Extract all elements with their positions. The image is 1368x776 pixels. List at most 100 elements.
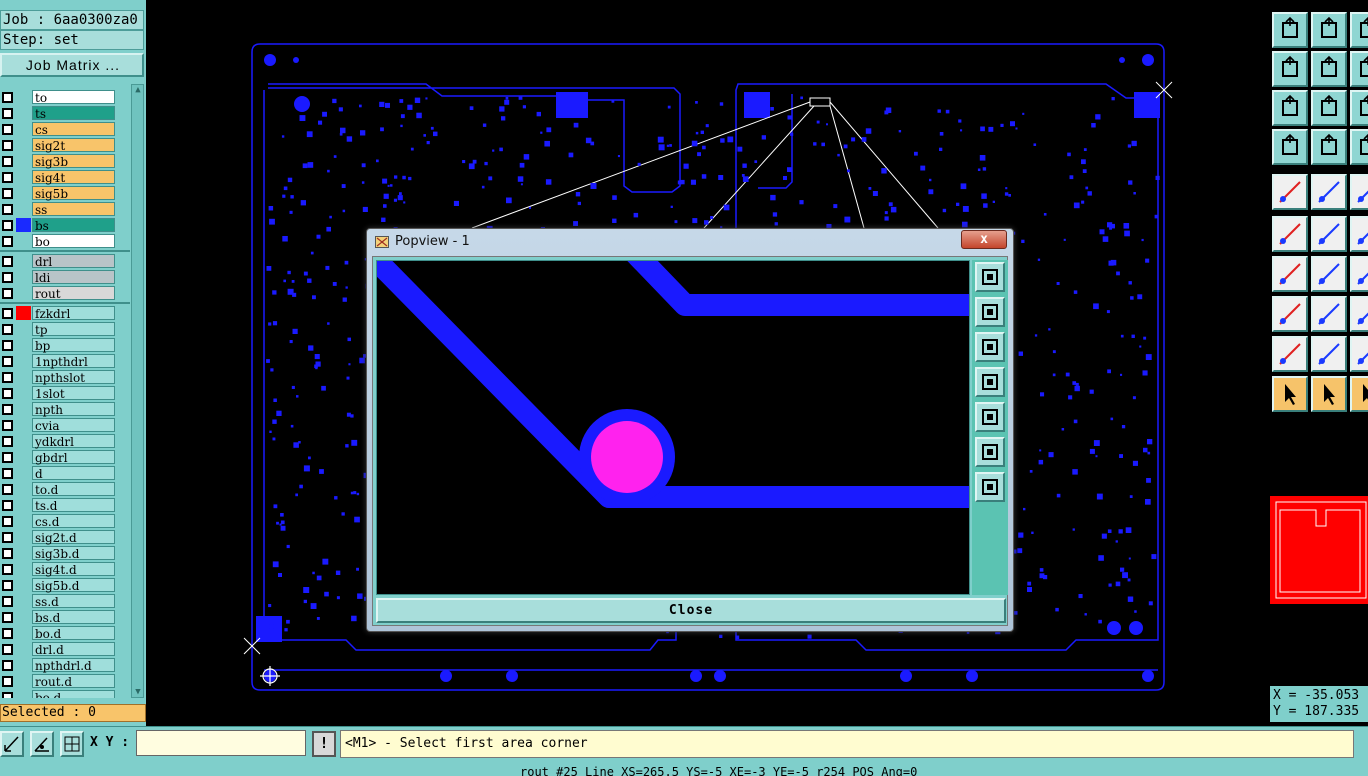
layer-name[interactable]: tp [32, 322, 115, 337]
layer-name[interactable]: ts [32, 106, 115, 121]
triangle-third-icon[interactable] [1350, 336, 1368, 372]
cross-icon[interactable] [1311, 216, 1347, 252]
select-lasso-icon[interactable] [1350, 376, 1368, 412]
layer-checkbox[interactable] [2, 356, 13, 367]
layer-row[interactable]: to.d [0, 481, 130, 497]
layer-name[interactable]: gbdrl [32, 450, 115, 465]
layer-name[interactable]: sig3b.d [32, 546, 115, 561]
layer-row[interactable]: drl.d [0, 641, 130, 657]
layer-checkbox[interactable] [2, 124, 13, 135]
zoom-fit-icon[interactable] [975, 437, 1005, 467]
pan-up-icon[interactable] [975, 297, 1005, 327]
layer-checkbox[interactable] [2, 532, 13, 543]
layer-checkbox[interactable] [2, 220, 13, 231]
layer-name[interactable]: sig4t.d [32, 562, 115, 577]
layer-name[interactable]: drl.d [32, 642, 115, 657]
layer-row[interactable]: gbdrl [0, 449, 130, 465]
route-icon[interactable] [1350, 129, 1368, 165]
layer-checkbox[interactable] [2, 660, 13, 671]
layer-checkbox[interactable] [2, 340, 13, 351]
layer-row[interactable]: sig4t [0, 169, 130, 185]
layer-checkbox[interactable] [2, 308, 13, 319]
layer-checkbox[interactable] [2, 108, 13, 119]
pan-down-icon[interactable] [975, 332, 1005, 362]
layer-checkbox[interactable] [2, 92, 13, 103]
layer-checkbox[interactable] [2, 272, 13, 283]
layer-row[interactable]: sig3b.d [0, 545, 130, 561]
pad-icon[interactable] [1272, 296, 1308, 332]
layer-row[interactable]: bp [0, 337, 130, 353]
layer-checkbox[interactable] [2, 596, 13, 607]
layer-row[interactable]: sig3b [0, 153, 130, 169]
layer-name[interactable]: bs.d [32, 610, 115, 625]
draw-line-red-icon[interactable] [1272, 256, 1308, 292]
layer-row[interactable]: sig5b.d [0, 577, 130, 593]
layer-row[interactable]: sig4t.d [0, 561, 130, 577]
layer-row[interactable]: bs.d [0, 609, 130, 625]
layer-row[interactable]: ts.d [0, 497, 130, 513]
layer-name[interactable]: ss [32, 202, 115, 217]
layer-name[interactable]: to [32, 90, 115, 105]
draw-line-blue-icon[interactable] [1311, 256, 1347, 292]
grid-icon[interactable] [1350, 174, 1368, 210]
knife-icon[interactable] [1311, 174, 1347, 210]
layer-row[interactable]: drl [0, 253, 130, 269]
layer-row[interactable]: bo.d [0, 689, 130, 698]
layer-name[interactable]: ldi [32, 270, 115, 285]
rotate-icon[interactable] [1350, 51, 1368, 87]
layer-row[interactable]: 1slot [0, 385, 130, 401]
line-edit-icon[interactable] [1311, 296, 1347, 332]
layer-name[interactable]: d [32, 466, 115, 481]
scroll-up-icon[interactable]: ▲ [133, 85, 143, 95]
layer-checkbox[interactable] [2, 140, 13, 151]
zoom-fit-icon[interactable] [1272, 90, 1308, 126]
layer-checkbox[interactable] [2, 452, 13, 463]
layer-row[interactable]: rout.d [0, 673, 130, 689]
measure-icon[interactable] [1272, 129, 1308, 165]
snap-icon[interactable] [1311, 129, 1347, 165]
layer-row[interactable]: rout [0, 285, 130, 301]
layer-checkbox[interactable] [2, 188, 13, 199]
layer-checkbox[interactable] [2, 204, 13, 215]
layer-name[interactable]: cs [32, 122, 115, 137]
warning-icon[interactable]: ! [312, 731, 336, 757]
step-down-icon[interactable] [1311, 12, 1347, 48]
layer-name[interactable]: 1slot [32, 386, 115, 401]
layer-row[interactable]: bs [0, 217, 130, 233]
layer-row[interactable]: ydkdrl [0, 433, 130, 449]
layer-list-scrollbar[interactable]: ▲ ▼ [131, 84, 144, 698]
layer-name[interactable]: ts.d [32, 498, 115, 513]
xy-input[interactable] [136, 730, 306, 756]
layer-name[interactable]: rout.d [32, 674, 115, 689]
layer-checkbox[interactable] [2, 436, 13, 447]
layer-checkbox[interactable] [2, 612, 13, 623]
layer-name[interactable]: sig2t [32, 138, 115, 153]
layer-name[interactable]: ydkdrl [32, 434, 115, 449]
layer-checkbox[interactable] [2, 468, 13, 479]
grid-snap-icon[interactable] [60, 731, 84, 757]
layer-row[interactable]: 1npthdrl [0, 353, 130, 369]
select-arrow-icon[interactable] [1272, 376, 1308, 412]
layer-row[interactable]: ss [0, 201, 130, 217]
layer-row[interactable]: npthdrl.d [0, 657, 130, 673]
layer-checkbox[interactable] [2, 692, 13, 698]
draw-line-alt-icon[interactable] [1350, 256, 1368, 292]
layer-name[interactable]: cvia [32, 418, 115, 433]
layer-name[interactable]: bo.d [32, 690, 115, 698]
pan-right-icon[interactable] [1311, 51, 1347, 87]
layer-row[interactable]: d [0, 465, 130, 481]
layer-name[interactable]: sig4t [32, 170, 115, 185]
triangle-alt-icon[interactable] [1311, 336, 1347, 372]
layer-name[interactable]: ss.d [32, 594, 115, 609]
triangle-icon[interactable] [1272, 336, 1308, 372]
layer-checkbox[interactable] [2, 256, 13, 267]
layer-checkbox[interactable] [2, 580, 13, 591]
layer-name[interactable]: bs [32, 218, 115, 233]
layer-row[interactable]: sig2t.d [0, 529, 130, 545]
layer-name[interactable]: sig2t.d [32, 530, 115, 545]
layer-name[interactable]: cs.d [32, 514, 115, 529]
step-left-placeholder[interactable] [1350, 12, 1368, 48]
popview-canvas[interactable] [369, 243, 970, 595]
layer-checkbox[interactable] [2, 420, 13, 431]
step-up-icon[interactable] [1272, 12, 1308, 48]
